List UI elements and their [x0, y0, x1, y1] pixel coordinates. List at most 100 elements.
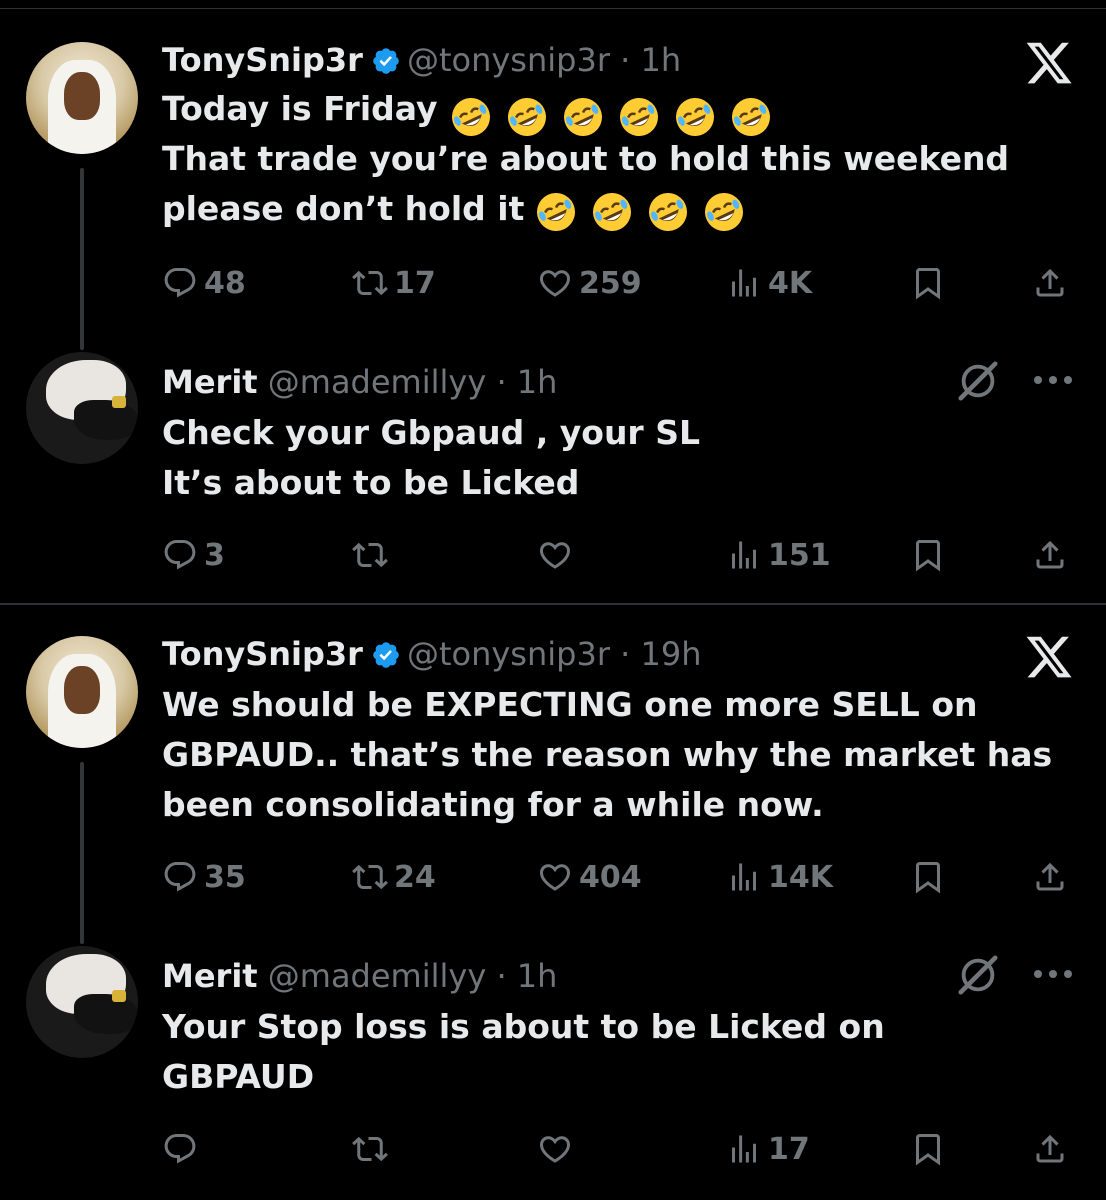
views-button[interactable]: 151: [726, 533, 831, 577]
retweet-count: 24: [394, 859, 436, 895]
rofl-emoji-icon: [561, 95, 605, 139]
share-button[interactable]: [1032, 533, 1074, 577]
bookmark-button[interactable]: [910, 533, 952, 577]
tweet-time[interactable]: · 1h: [496, 957, 557, 995]
divider: [0, 603, 1106, 605]
avatar-face: [64, 666, 100, 714]
bookmark-icon: [910, 1131, 946, 1167]
retweet-button[interactable]: 24: [352, 855, 436, 899]
avatar[interactable]: [26, 946, 138, 1058]
reply-count: 35: [204, 859, 246, 895]
tweet-header: TonySnip3r @tonysnip3r · 19h: [162, 634, 701, 674]
share-button[interactable]: [1032, 261, 1074, 305]
share-icon: [1032, 537, 1068, 573]
reply-icon: [162, 537, 198, 573]
retweet-button[interactable]: [352, 1127, 394, 1171]
bookmark-button[interactable]: [910, 261, 952, 305]
avatar[interactable]: [26, 42, 138, 154]
share-icon: [1032, 265, 1068, 301]
bookmark-icon: [910, 265, 946, 301]
rofl-emoji-icon: [505, 95, 549, 139]
like-button[interactable]: 259: [537, 261, 642, 305]
views-button[interactable]: 17: [726, 1127, 810, 1171]
reply-count: 48: [204, 265, 246, 301]
thread-line: [80, 168, 84, 350]
author-handle[interactable]: @mademillyy: [268, 957, 487, 995]
views-icon: [726, 1131, 762, 1167]
emoji-group: [449, 90, 785, 140]
author-handle[interactable]: @tonysnip3r: [407, 41, 610, 79]
bookmark-button[interactable]: [910, 855, 952, 899]
author-handle[interactable]: @mademillyy: [268, 363, 487, 401]
author-name[interactable]: Merit: [162, 957, 258, 995]
x-logo-icon: [1024, 632, 1074, 682]
views-icon: [726, 859, 762, 895]
tweet-text: Check your Gbpaud , your SL It’s about t…: [162, 413, 700, 502]
tweet-text: Today is Friday: [162, 84, 1082, 140]
rofl-emoji-icon: [449, 95, 493, 139]
like-icon: [537, 859, 573, 895]
views-count: 4K: [768, 265, 813, 301]
like-count: 404: [579, 859, 642, 895]
reply-button[interactable]: 3: [162, 533, 225, 577]
retweet-button[interactable]: [352, 533, 394, 577]
avatar[interactable]: [26, 352, 138, 464]
views-button[interactable]: 4K: [726, 261, 812, 305]
like-button[interactable]: [537, 1127, 579, 1171]
tweet-text: Your Stop loss is about to be Licked on …: [162, 1007, 885, 1096]
bookmark-button[interactable]: [910, 1127, 952, 1171]
grok-icon[interactable]: [955, 358, 1001, 404]
views-count: 14K: [768, 859, 833, 895]
views-button[interactable]: 14K: [726, 855, 833, 899]
tweet-actions: 3 151: [162, 533, 1082, 577]
share-icon: [1032, 859, 1068, 895]
author-name[interactable]: Merit: [162, 363, 258, 401]
avatar-face: [64, 72, 100, 120]
reply-icon: [162, 1131, 198, 1167]
like-button[interactable]: [537, 533, 579, 577]
verified-badge-icon: [371, 46, 401, 76]
tweet-header: Merit @mademillyy · 1h: [162, 956, 557, 996]
rofl-emoji-icon: [673, 95, 717, 139]
tweet-actions: 35 24 404 14K: [162, 855, 1082, 899]
avatar[interactable]: [26, 636, 138, 748]
rofl-emoji-icon: [729, 95, 773, 139]
tweet-header: Merit @mademillyy · 1h: [162, 362, 557, 402]
tweet-actions: 48 17 259 4K: [162, 261, 1082, 305]
tweet-time[interactable]: · 1h: [496, 363, 557, 401]
tweet-time[interactable]: · 19h: [620, 635, 701, 673]
author-name[interactable]: TonySnip3r: [162, 41, 363, 79]
more-icon[interactable]: [1030, 370, 1076, 390]
reply-button[interactable]: 48: [162, 261, 246, 305]
reply-count: 3: [204, 537, 225, 573]
avatar-badge: [112, 396, 126, 408]
views-count: 151: [768, 537, 831, 573]
thread-line: [80, 762, 84, 944]
author-handle[interactable]: @tonysnip3r: [407, 635, 610, 673]
like-button[interactable]: 404: [537, 855, 642, 899]
top-divider: [0, 8, 1106, 9]
author-name[interactable]: TonySnip3r: [162, 635, 363, 673]
tweet-header: TonySnip3r @tonysnip3r · 1h: [162, 40, 681, 80]
rofl-emoji-icon: [590, 190, 634, 234]
tweet-actions: 17: [162, 1127, 1082, 1171]
like-icon: [537, 265, 573, 301]
tweet-text-line: Today is Friday: [162, 89, 438, 128]
rofl-emoji-icon: [702, 190, 746, 234]
like-icon: [537, 537, 573, 573]
share-icon: [1032, 1131, 1068, 1167]
grok-icon[interactable]: [955, 952, 1001, 998]
views-count: 17: [768, 1131, 810, 1167]
avatar-cloth: [74, 994, 138, 1034]
reply-button[interactable]: [162, 1127, 204, 1171]
reply-button[interactable]: 35: [162, 855, 246, 899]
more-icon[interactable]: [1030, 964, 1076, 984]
share-button[interactable]: [1032, 855, 1074, 899]
bookmark-icon: [910, 537, 946, 573]
share-button[interactable]: [1032, 1127, 1074, 1171]
avatar-badge: [112, 990, 126, 1002]
retweet-button[interactable]: 17: [352, 261, 436, 305]
rofl-emoji-icon: [617, 95, 661, 139]
like-icon: [537, 1131, 573, 1167]
tweet-time[interactable]: · 1h: [620, 41, 681, 79]
